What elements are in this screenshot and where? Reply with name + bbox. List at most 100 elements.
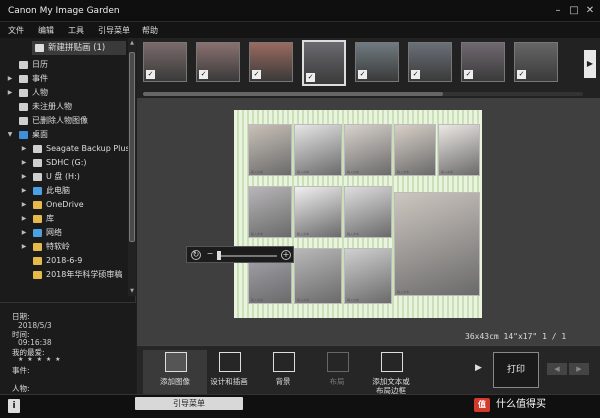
collage-page[interactable]: 输入文本 输入文本 输入文本 输入文本 输入文本 输入文本 输入文本 输入文本 输入文本 输入文本… <box>234 110 482 318</box>
collage-photo[interactable]: 输入文本 <box>394 124 436 176</box>
thumbnail-next-icon[interactable]: ▶ <box>584 50 596 78</box>
photo-caption: 输入文本 <box>347 232 360 236</box>
chevron-right-icon[interactable]: ▶ <box>20 142 28 156</box>
menu-tools[interactable]: 工具 <box>68 25 84 36</box>
chevron-right-icon[interactable]: ▶ <box>20 226 28 240</box>
thumbnail-item[interactable]: ✓ <box>196 42 240 82</box>
chevron-right-icon[interactable]: ▶ <box>20 212 28 226</box>
checkbox-icon[interactable]: ✓ <box>199 70 208 79</box>
sidebar-item-label: 特软岭 <box>46 242 70 251</box>
menu-file[interactable]: 文件 <box>8 25 24 36</box>
checkbox-icon[interactable]: ✓ <box>517 70 526 79</box>
sidebar-item-12[interactable]: ▶ 网络 <box>0 226 128 240</box>
prev-page-icon[interactable]: ◀ <box>547 363 567 375</box>
event-label: 事件: <box>12 366 30 375</box>
sidebar-item-5[interactable]: ▼ 桌面 <box>0 128 128 142</box>
photo-caption: 输入文本 <box>297 170 310 174</box>
menu-edit[interactable]: 编辑 <box>38 25 54 36</box>
chevron-right-icon[interactable]: ▶ <box>6 86 14 100</box>
thumbnail-item[interactable]: ✓ <box>514 42 558 82</box>
thumbnail-item[interactable]: ✓ <box>461 42 505 82</box>
watermark-badge: 值 <box>474 398 490 412</box>
sidebar-item-3[interactable]: 未注册人物 <box>0 100 128 114</box>
sidebar-scrollbar[interactable]: ▲ ▼ <box>128 38 136 296</box>
collage-photo[interactable]: 输入文本 <box>344 186 392 238</box>
sidebar-item-10[interactable]: ▶ OneDrive <box>0 198 128 212</box>
thumbnail-item[interactable]: ✓ <box>408 42 452 82</box>
zoom-in-icon[interactable]: + <box>281 250 291 260</box>
sidebar-item-1[interactable]: ▶ 事件 <box>0 72 128 86</box>
checkbox-icon[interactable]: ✓ <box>146 70 155 79</box>
sidebar-item-8[interactable]: ▶ U 盘 (H:) <box>0 170 128 184</box>
chevron-down-icon[interactable]: ▼ <box>6 128 14 142</box>
scroll-down-icon[interactable]: ▼ <box>128 286 136 296</box>
sidebar-item-label: 日历 <box>32 60 48 69</box>
chevron-right-icon[interactable]: ▶ <box>20 198 28 212</box>
checkbox-icon[interactable]: ✓ <box>252 70 261 79</box>
play-icon[interactable]: ▶ <box>475 363 482 373</box>
sidebar-item-0[interactable]: 日历 <box>0 58 128 72</box>
sidebar-item-14[interactable]: 2018-6-9 <box>0 254 128 268</box>
favorite-stars[interactable]: ★ ★ ★ ★ ★ <box>18 356 62 363</box>
collage-photo[interactable]: 输入文本 <box>248 186 292 238</box>
menu-guide[interactable]: 引导菜单 <box>98 25 130 36</box>
collage-photo[interactable]: 输入文本 <box>248 124 292 176</box>
collage-photo[interactable]: 输入文本 <box>438 124 480 176</box>
sidebar-item-7[interactable]: ▶ SDHC (G:) <box>0 156 128 170</box>
sidebar-item-2[interactable]: ▶ 人物 <box>0 86 128 100</box>
time-value: 09:16:38 <box>18 338 52 347</box>
thumbnail-scrollbar[interactable] <box>143 92 583 96</box>
zoom-out-icon[interactable]: − <box>205 250 215 260</box>
chevron-right-icon[interactable]: ▶ <box>6 72 14 86</box>
restore-button[interactable]: □ <box>568 5 580 17</box>
checkbox-icon[interactable]: ✓ <box>411 70 420 79</box>
guide-menu-tab[interactable]: 引导菜单 <box>135 397 243 410</box>
chevron-right-icon[interactable]: ▶ <box>20 184 28 198</box>
checkbox-icon[interactable]: ✓ <box>358 70 367 79</box>
folder-icon <box>33 271 42 279</box>
sidebar-item-9[interactable]: ▶ 此电脑 <box>0 184 128 198</box>
thumbnail-item[interactable]: ✓ <box>302 40 346 86</box>
collage-photo[interactable]: 输入文本 <box>294 124 342 176</box>
chevron-right-icon[interactable]: ▶ <box>20 170 28 184</box>
tool-add-text[interactable]: 添加文本或 布局边框 <box>359 350 423 395</box>
info-button[interactable]: i <box>8 399 20 413</box>
scrollbar-thumb[interactable] <box>129 52 135 242</box>
collage-photo[interactable]: 输入文本 <box>294 186 342 238</box>
sidebar-item-new-collage[interactable]: 新建拼贴画 (1) <box>32 41 126 55</box>
collage-photo[interactable]: 输入文本 <box>344 124 392 176</box>
collage-photo[interactable]: 输入文本 <box>294 248 342 304</box>
sidebar-item-15[interactable]: 2018年华科学硕审稿 <box>0 268 128 282</box>
person-label: 人物: <box>12 384 30 393</box>
sidebar-item-4[interactable]: 已删除人物图像 <box>0 114 128 128</box>
sidebar-item-11[interactable]: ▶ 库 <box>0 212 128 226</box>
sidebar-item-13[interactable]: ▶ 特软岭 <box>0 240 128 254</box>
chevron-right-icon[interactable]: ▶ <box>20 240 28 254</box>
sidebar-item-label: U 盘 (H:) <box>46 172 80 181</box>
collage-photo[interactable]: 输入文本 <box>394 192 480 296</box>
scrollbar-thumb[interactable] <box>143 92 443 96</box>
checkbox-icon[interactable]: ✓ <box>464 70 473 79</box>
zoom-track[interactable] <box>219 255 277 257</box>
sidebar-item-6[interactable]: ▶ Seagate Backup Plus <box>0 142 130 156</box>
menu-help[interactable]: 帮助 <box>142 25 158 36</box>
print-button[interactable]: 打印 <box>493 352 539 388</box>
photo-caption: 输入文本 <box>347 170 360 174</box>
chevron-right-icon[interactable]: ▶ <box>20 156 28 170</box>
zoom-control: ↻ − + <box>186 246 294 263</box>
paper-size-status: 36x43cm 14"x17" 1 / 1 <box>465 332 567 341</box>
scroll-up-icon[interactable]: ▲ <box>128 38 136 48</box>
zoom-slider-knob[interactable] <box>217 251 221 260</box>
photo-caption: 输入文本 <box>397 290 410 294</box>
sidebar-item-label: 库 <box>46 214 54 223</box>
rotate-icon[interactable]: ↻ <box>191 250 201 260</box>
layout-icon <box>327 352 349 372</box>
thumbnail-item[interactable]: ✓ <box>143 42 187 82</box>
next-page-icon[interactable]: ▶ <box>569 363 589 375</box>
close-button[interactable]: ✕ <box>584 5 596 17</box>
thumbnail-item[interactable]: ✓ <box>249 42 293 82</box>
thumbnail-item[interactable]: ✓ <box>355 42 399 82</box>
collage-photo[interactable]: 输入文本 <box>344 248 392 304</box>
minimize-button[interactable]: – <box>552 5 564 17</box>
checkbox-icon[interactable]: ✓ <box>306 73 315 82</box>
